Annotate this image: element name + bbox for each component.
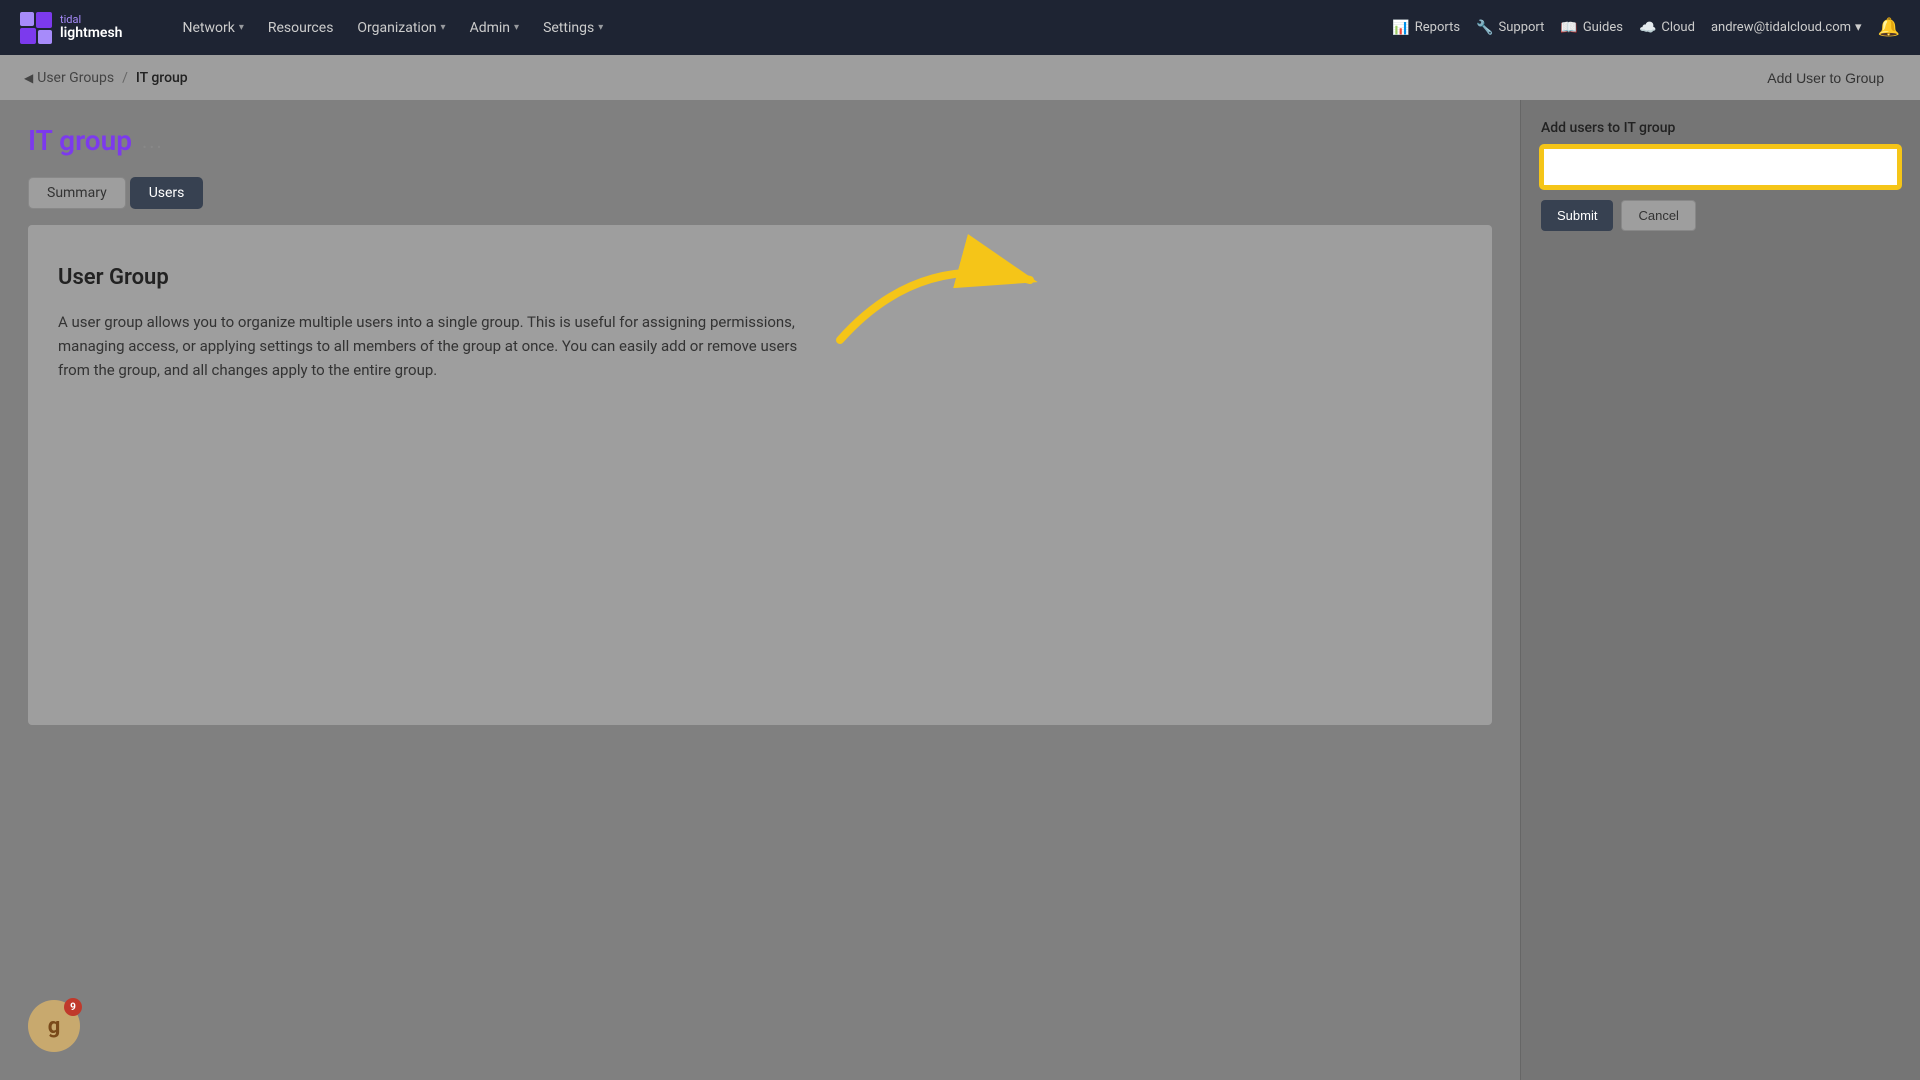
nav-support[interactable]: 🔧 Support [1476,20,1544,36]
chevron-down-icon: ▾ [239,22,244,33]
content-area: IT group ... Summary Users User Group A … [0,100,1520,1080]
nav-item-settings[interactable]: Settings ▾ [533,14,613,42]
more-options-dots[interactable]: ... [142,129,164,153]
nav-right: 📊 Reports 🔧 Support 📖 Guides ☁️ Cloud an… [1392,17,1900,38]
support-icon: 🔧 [1476,20,1493,36]
notifications-bell-icon[interactable]: 🔔 [1878,17,1900,38]
breadcrumb-user-groups-link[interactable]: ◀ User Groups [24,70,114,86]
sidebar-buttons: Submit Cancel [1541,200,1900,231]
nav-cloud[interactable]: ☁️ Cloud [1639,20,1695,36]
top-navigation: tidal lightmesh Network ▾ Resources Orga… [0,0,1920,55]
tab-users[interactable]: Users [130,177,204,209]
nav-item-resources[interactable]: Resources [258,14,344,42]
reports-icon: 📊 [1392,20,1409,36]
add-user-to-group-button[interactable]: Add User to Group [1755,64,1896,92]
chevron-down-icon: ▾ [441,22,446,33]
breadcrumb-bar: ◀ User Groups / IT group Add User to Gro… [0,55,1920,100]
page-title: IT group [28,124,132,157]
cloud-icon: ☁️ [1639,20,1656,36]
breadcrumb-separator: / [122,70,128,86]
back-arrow-icon: ◀ [24,71,33,85]
breadcrumb: ◀ User Groups / IT group [24,70,188,86]
sidebar-add-users-label: Add users to IT group [1541,120,1900,136]
nav-guides[interactable]: 📖 Guides [1560,20,1623,36]
avatar-badge: 9 [64,998,82,1016]
chevron-down-icon: ▾ [514,22,519,33]
nav-reports[interactable]: 📊 Reports [1392,20,1460,36]
avatar-widget[interactable]: g 9 [28,1000,80,1052]
chevron-down-icon: ▾ [1855,20,1862,35]
tab-summary[interactable]: Summary [28,177,126,209]
add-users-input[interactable] [1541,146,1900,188]
page-title-row: IT group ... [28,124,1492,157]
user-group-description: A user group allows you to organize mult… [58,310,808,382]
logo-bottom-text: lightmesh [60,26,122,41]
avatar-circle[interactable]: g 9 [28,1000,80,1052]
avatar-letter: g [48,1014,61,1039]
nav-item-network[interactable]: Network ▾ [172,14,253,42]
chevron-down-icon: ▾ [598,22,603,33]
breadcrumb-current: IT group [136,70,188,86]
user-email-menu[interactable]: andrew@tidalcloud.com ▾ [1711,20,1862,35]
nav-item-organization[interactable]: Organization ▾ [347,14,455,42]
main-content-panel: User Group A user group allows you to or… [28,225,1492,725]
nav-items: Network ▾ Resources Organization ▾ Admin… [172,14,1362,42]
guides-icon: 📖 [1560,20,1577,36]
submit-button[interactable]: Submit [1541,200,1613,231]
cancel-button[interactable]: Cancel [1621,200,1695,231]
user-group-heading: User Group [58,265,1462,290]
tab-bar: Summary Users [28,177,1492,209]
nav-item-admin[interactable]: Admin ▾ [460,14,529,42]
sidebar-panel: Add users to IT group Submit Cancel [1520,100,1920,1080]
logo[interactable]: tidal lightmesh [20,12,122,44]
